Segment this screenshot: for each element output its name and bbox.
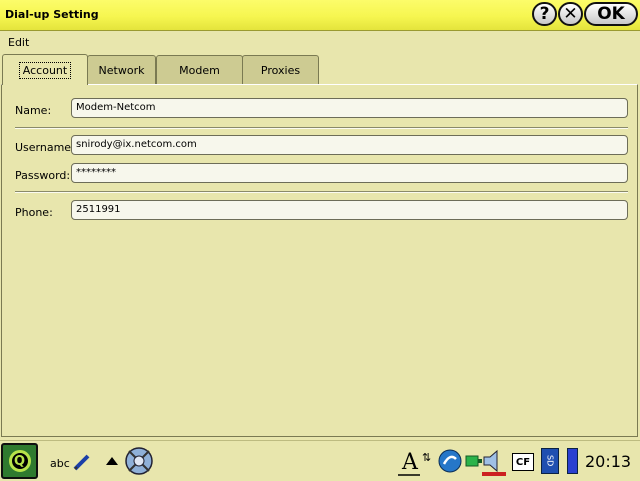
clock[interactable]: 20:13: [585, 452, 631, 471]
q-logo-icon: Q: [8, 450, 31, 472]
globe-icon[interactable]: [438, 449, 462, 473]
battery-charge-icon[interactable]: [465, 453, 483, 469]
tab-label: Modem: [179, 63, 220, 77]
input-method-label: abc: [50, 457, 70, 470]
tab-label: Account: [18, 61, 72, 79]
tab-modem[interactable]: Modem: [156, 55, 243, 84]
svg-text:A: A: [401, 450, 419, 475]
tab-network[interactable]: Network: [87, 55, 156, 84]
username-label: Username:: [15, 141, 75, 154]
battery-icon[interactable]: [567, 448, 578, 474]
password-label: Password:: [15, 169, 71, 182]
menu-bar: Edit: [0, 31, 640, 53]
ok-button[interactable]: OK: [584, 2, 638, 26]
font-a-icon[interactable]: A: [398, 447, 420, 477]
help-button[interactable]: ?: [532, 2, 557, 26]
tab-label: Network: [98, 63, 145, 77]
close-button[interactable]: ✕: [558, 2, 583, 26]
account-panel: Name: Modem-Netcom Username: snirody@ix.…: [1, 84, 638, 437]
phone-field[interactable]: 2511991: [71, 200, 628, 220]
tab-account[interactable]: Account: [2, 54, 88, 85]
separator: [15, 191, 628, 193]
tab-proxies[interactable]: Proxies: [242, 55, 319, 84]
menu-edit[interactable]: Edit: [8, 36, 29, 49]
phone-label: Phone:: [15, 206, 53, 219]
network-activity-icon[interactable]: ⇅: [422, 451, 431, 464]
username-field[interactable]: snirody@ix.netcom.com: [71, 135, 628, 155]
separator: [15, 127, 628, 129]
title-bar: Dial-up Setting ? ✕ OK: [0, 0, 640, 31]
window-title: Dial-up Setting: [5, 8, 99, 21]
name-label: Name:: [15, 104, 52, 117]
speaker-icon[interactable]: [482, 447, 508, 477]
tab-label: Proxies: [260, 63, 301, 77]
name-field[interactable]: Modem-Netcom: [71, 98, 628, 118]
sd-card-icon[interactable]: SD: [541, 448, 559, 474]
input-method[interactable]: abc: [50, 453, 91, 471]
taskbar: Q abc A ⇅ CF SD 20:13: [0, 440, 640, 481]
start-button[interactable]: Q: [1, 443, 38, 479]
arrow-up-icon[interactable]: [106, 457, 118, 465]
pencil-icon: [73, 454, 90, 471]
app-launcher-icon[interactable]: [124, 446, 154, 476]
password-field[interactable]: ********: [71, 163, 628, 183]
cf-card-icon[interactable]: CF: [512, 453, 534, 471]
